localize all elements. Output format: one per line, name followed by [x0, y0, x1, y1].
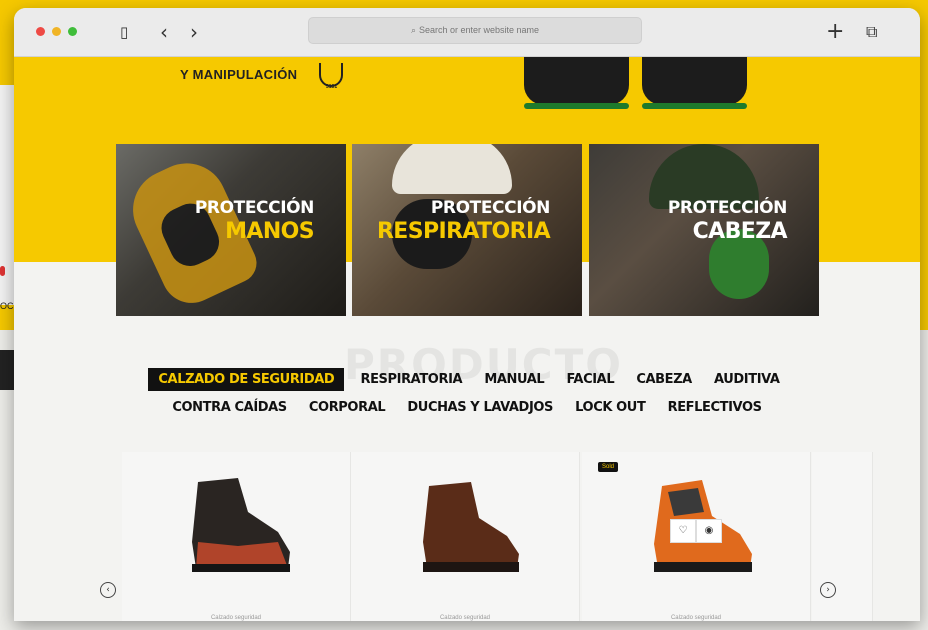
category-title-line2: CABEZA — [692, 219, 788, 244]
address-bar-placeholder: Search or enter website name — [418, 25, 540, 35]
new-tab-button[interactable]: + — [826, 21, 844, 43]
hero-text: Y MANIPULACIÓN — [180, 67, 298, 82]
product-name[interactable]: Calzado seguridad — [351, 615, 579, 621]
category-title-line1: PROTECCIÓN — [194, 198, 315, 218]
browser-window: ▯ ‹ › ⌕ Search or enter website name + ⧉ … — [14, 8, 920, 621]
category-title: PROTECCIÓN MANOS — [194, 198, 315, 244]
product-tabs-row-1: CALZADO DE SEGURIDAD RESPIRATORIA MANUAL… — [14, 368, 920, 391]
tab-contra-caidas[interactable]: CONTRA CAÍDAS — [166, 396, 292, 419]
sold-badge: Sold — [598, 462, 619, 472]
tab-cabeza[interactable]: CABEZA — [630, 368, 697, 391]
forward-button[interactable]: › — [190, 21, 198, 43]
product-boot-image — [423, 482, 519, 572]
helmet-image — [392, 144, 512, 194]
tab-calzado-de-seguridad[interactable]: CALZADO DE SEGURIDAD — [148, 368, 345, 391]
category-title-line2: RESPIRATORIA — [376, 219, 551, 244]
zoom-window-button[interactable] — [68, 27, 77, 36]
search-icon: ⌕ — [410, 25, 416, 35]
background-window-text: OC — [0, 301, 14, 311]
category-title-line2: MANOS — [225, 219, 314, 244]
quick-view-button[interactable]: ◉ — [696, 519, 722, 543]
tab-overview-button[interactable]: ⧉ — [866, 21, 877, 43]
carousel-next-button[interactable]: › — [820, 582, 836, 598]
certification-logo-text: 3131 — [326, 84, 338, 90]
back-button[interactable]: ‹ — [160, 21, 168, 43]
tab-corporal[interactable]: CORPORAL — [303, 396, 391, 419]
product-name[interactable]: Calzado seguridad — [582, 615, 810, 621]
web-page: Y MANIPULACIÓN 3131 PROTECCIÓN MANOS PRO… — [14, 57, 920, 621]
background-window-dot — [0, 266, 5, 276]
product-card[interactable]: Sold ♡ ◉ Calzado seguridad — [582, 452, 811, 621]
browser-toolbar: ▯ ‹ › ⌕ Search or enter website name + ⧉ — [14, 8, 920, 57]
wishlist-button[interactable]: ♡ — [670, 519, 696, 543]
close-window-button[interactable] — [36, 27, 45, 36]
tab-manual[interactable]: MANUAL — [478, 368, 550, 391]
tab-facial[interactable]: FACIAL — [560, 368, 620, 391]
category-card-manos[interactable]: PROTECCIÓN MANOS — [116, 144, 346, 316]
hero-boot-image — [642, 57, 747, 109]
category-title: PROTECCIÓN CABEZA — [667, 198, 788, 244]
product-card[interactable]: Calzado seguridad — [122, 452, 351, 621]
product-boot-image — [192, 478, 290, 572]
background-window-edge: OC — [0, 85, 15, 390]
tab-lock-out[interactable]: LOCK OUT — [569, 396, 651, 419]
product-tabs-row-2: CONTRA CAÍDAS CORPORAL DUCHAS Y LAVADJOS… — [14, 396, 920, 419]
category-title-line1: PROTECCIÓN — [430, 198, 551, 218]
background-window-dark-strip — [0, 350, 14, 390]
product-card-partial — [812, 452, 873, 621]
product-card[interactable]: Calzado seguridad — [351, 452, 580, 621]
address-bar[interactable]: ⌕ Search or enter website name — [308, 17, 642, 44]
carousel-prev-button[interactable]: ‹ — [100, 582, 116, 598]
category-title: PROTECCIÓN RESPIRATORIA — [376, 198, 551, 244]
hero-boot-image — [524, 57, 629, 109]
minimize-window-button[interactable] — [52, 27, 61, 36]
tab-duchas-y-lavadjos[interactable]: DUCHAS Y LAVADJOS — [401, 396, 559, 419]
category-card-respiratoria[interactable]: PROTECCIÓN RESPIRATORIA — [352, 144, 582, 316]
sidebar-toggle-icon[interactable]: ▯ — [120, 21, 128, 43]
tab-auditiva[interactable]: AUDITIVA — [708, 368, 786, 391]
tab-respiratoria[interactable]: RESPIRATORIA — [354, 368, 468, 391]
category-title-line1: PROTECCIÓN — [667, 198, 788, 218]
category-card-cabeza[interactable]: PROTECCIÓN CABEZA — [589, 144, 819, 316]
tab-reflectivos[interactable]: REFLECTIVOS — [662, 396, 768, 419]
product-name[interactable]: Calzado seguridad — [122, 615, 350, 621]
